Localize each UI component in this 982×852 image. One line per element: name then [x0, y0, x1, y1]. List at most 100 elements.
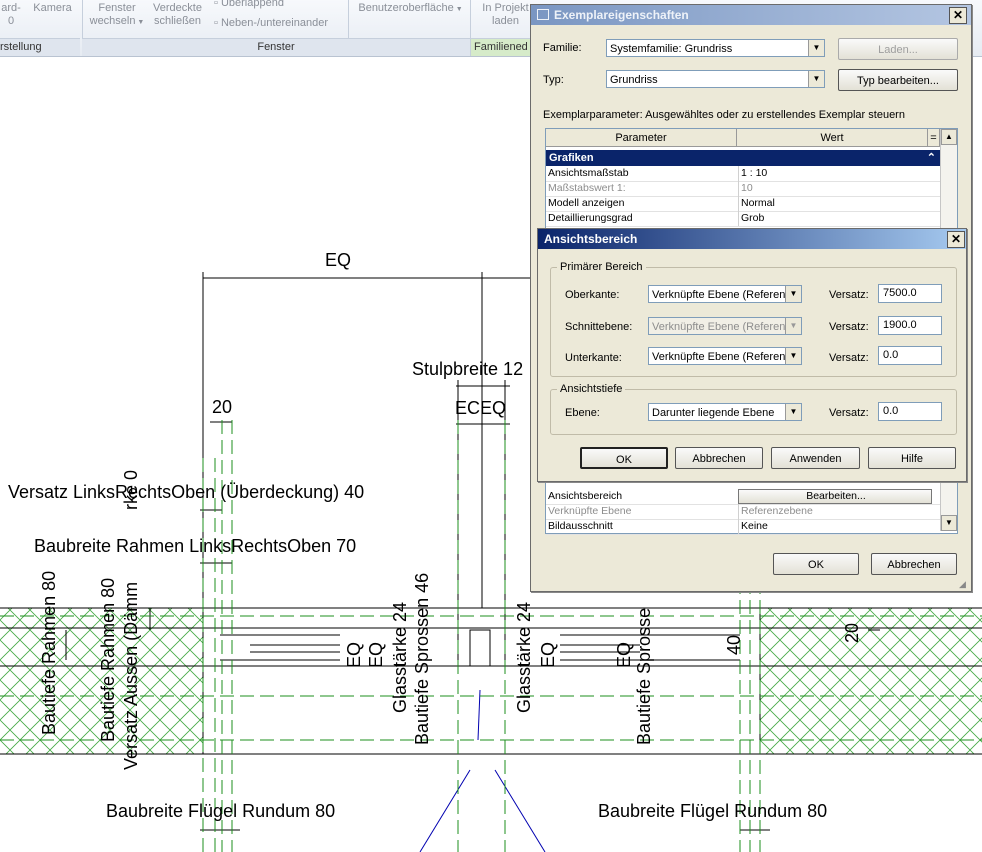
chevron-down-icon: ▼: [785, 318, 801, 334]
parameter-name: Modell anzeigen: [548, 197, 625, 209]
dim-label-eq: EQ: [344, 642, 364, 668]
top-select[interactable]: Verknüpfte Ebene (Referen ▼: [648, 285, 802, 303]
top-offset-input[interactable]: 7500.0: [878, 284, 942, 303]
cancel-button[interactable]: Abbrechen: [675, 447, 763, 469]
dim-label-baubreite-rahmen: Baubreite Rahmen LinksRechtsOben 70: [34, 536, 356, 556]
table-row[interactable]: Ansichtsmaßstab 1 : 10: [546, 166, 940, 182]
column-header-parameter[interactable]: Parameter: [546, 129, 737, 147]
instance-properties-titlebar[interactable]: Exemplareigenschaften: [531, 5, 971, 25]
cancel-button[interactable]: Abbrechen: [871, 553, 957, 575]
close-icon[interactable]: ✕: [949, 7, 967, 24]
help-button[interactable]: Hilfe: [868, 447, 956, 469]
dim-label-bautiefe-sprossen: Bautiefe Sprossen 46: [412, 573, 432, 745]
ribbon-panel-window: Fenster: [82, 38, 470, 56]
parameter-value[interactable]: 10: [738, 181, 931, 196]
mullion: [469, 629, 491, 667]
cascade-icon: ▫: [214, 0, 218, 9]
dim-label-staerke: rke 0: [121, 470, 141, 510]
offset-label: Versatz:: [829, 407, 869, 419]
ribbon-item-partial[interactable]: ard- 0: [0, 2, 22, 28]
dropdown-arrow-icon: ▼: [135, 19, 145, 26]
ok-button[interactable]: OK: [580, 447, 668, 469]
ok-button[interactable]: OK: [773, 553, 859, 575]
cut-plane-select[interactable]: Verknüpfte Ebene (Referen ▼: [648, 317, 802, 335]
dim-label-glasstaerke: Glasstärke 24: [390, 602, 410, 713]
dim-label-versatz-aussen: Versatz Aussen (Dämm: [121, 582, 141, 770]
parameter-value[interactable]: 1 : 10: [738, 166, 931, 181]
view-depth-caption: Ansichtstiefe: [557, 383, 626, 395]
dim-label-eq: EQ: [538, 642, 558, 668]
parameter-value[interactable]: Normal: [738, 196, 931, 211]
bottom-select[interactable]: Verknüpfte Ebene (Referen ▼: [648, 347, 802, 365]
family-select[interactable]: Systemfamilie: Grundriss ▼: [606, 39, 825, 57]
instance-parameters-caption: Exemplarparameter: Ausgewähltes oder zu …: [543, 109, 905, 121]
offset-label: Versatz:: [829, 352, 869, 364]
ribbon-tile-button[interactable]: ▫ Neben-/untereinander: [214, 17, 328, 30]
window-icon: [537, 9, 549, 20]
level-select[interactable]: Darunter liegende Ebene ▼: [648, 403, 802, 421]
parameter-value[interactable]: Keine: [738, 519, 931, 534]
parameter-name: Detaillierungsgrad: [548, 212, 633, 224]
dim-label-eq: EQ: [366, 642, 386, 668]
ribbon-close-hidden-button[interactable]: Verdeckte schließen: [150, 2, 205, 28]
parameter-name: Ansichtsmaßstab: [548, 167, 629, 179]
table-row[interactable]: Detaillierungsgrad Grob: [546, 211, 940, 227]
collapse-icon[interactable]: ⌃: [927, 150, 936, 166]
cut-plane-label: Schnittebene:: [565, 321, 633, 333]
bottom-offset-input[interactable]: 0.0: [878, 346, 942, 365]
dim-label-bautiefe-rahmen: Bautiefe Rahmen 80: [98, 578, 118, 742]
apply-button[interactable]: Anwenden: [771, 447, 860, 469]
load-button[interactable]: Laden...: [838, 38, 958, 60]
ribbon-camera-button[interactable]: Kamera: [30, 2, 75, 15]
dim-label-bautiefe-sprosse: Bautiefe Sprosse: [634, 608, 654, 745]
ribbon-cascade-button[interactable]: ▫ Überlappend: [214, 0, 284, 10]
parameter-value[interactable]: Grob: [738, 211, 931, 226]
view-range-dialog: Ansichtsbereich ✕ Primärer Bereich Oberk…: [537, 228, 967, 482]
table-row[interactable]: Maßstabswert 1: 10: [546, 181, 940, 197]
dim-label-glasstaerke: Glasstärke 24: [514, 602, 534, 713]
dim-label-40: 40: [724, 635, 744, 655]
dim-label-eq: EQ: [614, 642, 634, 668]
table-row[interactable]: Ansichtsbereich Bearbeiten...: [546, 489, 940, 505]
resize-grip-icon[interactable]: ◢: [959, 579, 969, 589]
type-select[interactable]: Grundriss ▼: [606, 70, 825, 88]
close-icon[interactable]: ✕: [947, 231, 965, 248]
ribbon-load-into-project-button[interactable]: In Projekt laden: [478, 2, 533, 28]
dim-label-versatz: Versatz LinksRechtsOben (Überdeckung) 40: [8, 482, 364, 502]
table-row[interactable]: Bildausschnitt Keine: [546, 519, 940, 535]
group-header-graphics[interactable]: Grafiken ⌃: [546, 150, 940, 166]
scroll-up-icon[interactable]: ▲: [941, 129, 957, 145]
column-header-value[interactable]: Wert: [737, 129, 928, 147]
dropdown-arrow-icon: ▼: [453, 6, 463, 13]
column-header-equals[interactable]: =: [928, 129, 940, 147]
dim-label-bautiefe-rahmen: Bautiefe Rahmen 80: [39, 571, 59, 735]
level-offset-input[interactable]: 0.0: [878, 402, 942, 421]
type-label: Typ:: [543, 74, 564, 86]
dim-label-baubreite-fluegel: Baubreite Flügel Rundum 80: [598, 801, 827, 821]
edit-type-button[interactable]: Typ bearbeiten...: [838, 69, 958, 91]
edit-view-range-button[interactable]: Bearbeiten...: [738, 489, 932, 504]
table-row[interactable]: Verknüpfte Ebene Referenzebene: [546, 504, 940, 520]
swing-arc: [494, 769, 546, 852]
table-row[interactable]: Modell anzeigen Normal: [546, 196, 940, 212]
ribbon-panel-creation: rstellung: [0, 38, 80, 56]
ribbon-switch-window-button[interactable]: Fenster wechseln ▼: [86, 2, 148, 29]
chevron-down-icon: ▼: [785, 404, 801, 420]
ribbon-panel-family-editor: Familiened: [471, 38, 534, 56]
dim-label-baubreite-fluegel: Baubreite Flügel Rundum 80: [106, 801, 335, 821]
cut-plane-offset-input[interactable]: 1900.0: [878, 316, 942, 335]
parameter-name: Ansichtsbereich: [548, 490, 623, 502]
parameter-value[interactable]: Referenzebene: [738, 504, 931, 519]
dim-label-eq: EQ: [325, 250, 351, 270]
family-label: Familie:: [543, 42, 582, 54]
offset-label: Versatz:: [829, 289, 869, 301]
ribbon-user-interface-button[interactable]: Benutzeroberfläche ▼: [358, 2, 463, 16]
view-range-titlebar[interactable]: Ansichtsbereich: [538, 229, 966, 249]
level-label: Ebene:: [565, 407, 600, 419]
tile-icon: ▫: [214, 17, 218, 29]
primary-range-caption: Primärer Bereich: [557, 261, 646, 273]
parameter-name: Bildausschnitt: [548, 520, 613, 532]
chevron-down-icon: ▼: [785, 348, 801, 364]
top-label: Oberkante:: [565, 289, 620, 301]
scroll-down-icon[interactable]: ▼: [941, 515, 957, 531]
